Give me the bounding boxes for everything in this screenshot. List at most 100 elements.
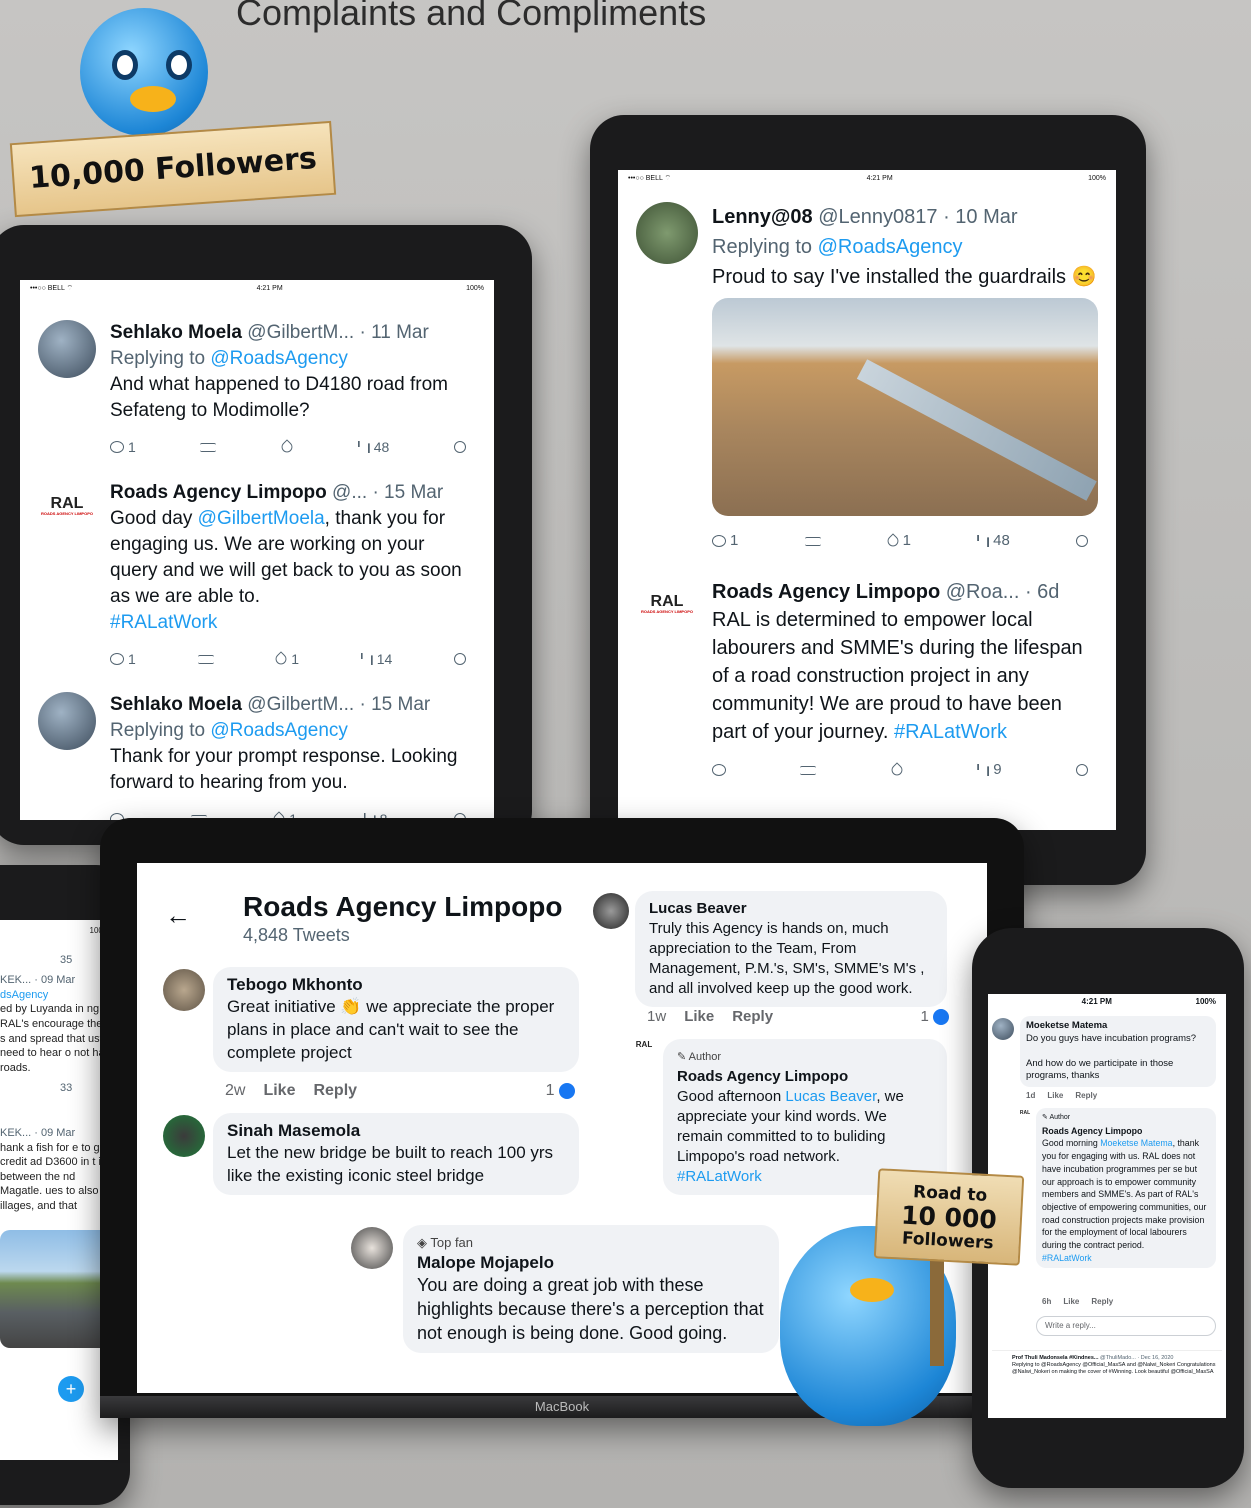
road-to-followers-sign: Road to 10 000 Followers bbox=[873, 1168, 1025, 1266]
ral-logo: RAL bbox=[1018, 1108, 1032, 1118]
ral-logo: RAL ROADS AGENCY LIMPOPO bbox=[38, 486, 96, 526]
reply-button[interactable]: 1 bbox=[712, 526, 738, 556]
reply-link[interactable]: Reply bbox=[313, 1081, 357, 1101]
like-button[interactable]: 1 bbox=[885, 526, 911, 556]
share-icon bbox=[1075, 764, 1088, 776]
followers-sign: 10,000 Followers bbox=[9, 120, 337, 218]
comment-bubble[interactable]: ◈ Top fan Malope Mojapelo You are doing … bbox=[403, 1225, 779, 1353]
phone-right-screen: 4:21 PM 100% Moeketse Matema Do you guys … bbox=[988, 994, 1226, 1418]
avatar bbox=[38, 692, 96, 750]
avatar bbox=[163, 969, 205, 1011]
avatar bbox=[636, 202, 698, 264]
comment-meta: 1w Like Reply 1 bbox=[647, 1007, 949, 1027]
views-button[interactable]: 48 bbox=[357, 434, 389, 460]
ral-logo: RAL bbox=[631, 1037, 657, 1053]
reply-button[interactable]: 1 bbox=[110, 646, 136, 672]
like-link[interactable]: Like bbox=[263, 1081, 295, 1101]
views-button[interactable]: 9 bbox=[977, 756, 1002, 784]
tablet-right-screen: •••○○ BELL ⌔ 4:21 PM 100% Lenny@08 @Lenny0… bbox=[618, 170, 1116, 830]
comment-bubble[interactable]: Lucas Beaver Truly this Agency is hands … bbox=[635, 891, 947, 1007]
reply-button[interactable] bbox=[712, 764, 726, 776]
tweet-author: Roads Agency Limpopo @Roa... · 6d bbox=[712, 581, 1060, 603]
like-button[interactable] bbox=[279, 439, 295, 455]
tablet-left: •••○○ BELL ⌔ 4:21 PM 100% Sehlako Moela @G… bbox=[0, 225, 532, 845]
tweet-actions: 1 1 48 bbox=[712, 526, 1088, 556]
reply-icon bbox=[110, 653, 124, 665]
tweet-actions: 1 48 bbox=[110, 434, 466, 460]
tablet-left-screen: •••○○ BELL ⌔ 4:21 PM 100% Sehlako Moela @G… bbox=[20, 280, 494, 820]
like-reaction-icon bbox=[559, 1082, 575, 1099]
share-button[interactable] bbox=[454, 441, 466, 453]
comment-meta: 6h Like Reply bbox=[1042, 1297, 1114, 1306]
reply-icon bbox=[110, 441, 124, 453]
comment-meta: 1d Like Reply bbox=[1026, 1091, 1098, 1100]
share-button[interactable] bbox=[453, 653, 466, 665]
tweet-text: RAL is determined to empower local labou… bbox=[712, 609, 1083, 743]
bird-beak-icon bbox=[850, 1278, 894, 1302]
ral-logo: RAL ROADS AGENCY LIMPOPO bbox=[636, 584, 698, 624]
share-button[interactable] bbox=[1075, 764, 1088, 776]
heart-icon bbox=[279, 439, 295, 455]
bird-beak-icon bbox=[130, 86, 176, 112]
retweet-button[interactable] bbox=[804, 536, 821, 546]
page-name: Roads Agency Limpopo bbox=[243, 891, 563, 922]
reply-input[interactable]: Write a reply... bbox=[1036, 1316, 1216, 1336]
tweet-text: Thank for your prompt response. Looking … bbox=[110, 746, 458, 793]
tweet-photo[interactable] bbox=[712, 298, 1098, 516]
avatar bbox=[992, 1018, 1014, 1040]
avatar bbox=[38, 320, 96, 378]
tweet[interactable]: RAL ROADS AGENCY LIMPOPO Roads Agency Lim… bbox=[20, 460, 494, 672]
like-button[interactable] bbox=[889, 762, 905, 778]
views-button[interactable]: 14 bbox=[360, 646, 392, 672]
comment-bubble[interactable]: ✎ Author Roads Agency Limpopo Good morni… bbox=[1036, 1108, 1216, 1269]
tweet[interactable]: Sehlako Moela @GilbertM... · 11 Mar Repl… bbox=[20, 296, 494, 460]
tweet-text: Proud to say I've installed the guardrai… bbox=[712, 266, 1097, 288]
avatar bbox=[163, 1115, 205, 1157]
avatar bbox=[593, 893, 629, 929]
tweet[interactable]: RAL ROADS AGENCY LIMPOPO Roads Agency Lim… bbox=[618, 556, 1116, 784]
tweet-count: 4,848 Tweets bbox=[243, 925, 350, 945]
retweet-button[interactable] bbox=[800, 765, 817, 775]
reply-icon bbox=[712, 764, 726, 776]
tweet-actions: 9 bbox=[712, 756, 1088, 784]
tweet-author: Sehlako Moela @GilbertM... · 11 Mar bbox=[110, 322, 429, 343]
tweet-author: Roads Agency Limpopo @... · 15 Mar bbox=[110, 482, 444, 503]
heart-icon bbox=[889, 762, 905, 778]
retweet-icon bbox=[800, 765, 817, 775]
comment-bubble[interactable]: Sinah Masemola Let the new bridge be bui… bbox=[213, 1113, 579, 1195]
bird-eye-icon bbox=[112, 50, 138, 80]
heart-icon bbox=[273, 651, 289, 667]
comment-meta: 2w Like Reply 1 bbox=[225, 1081, 575, 1101]
retweet-icon bbox=[804, 536, 821, 546]
back-arrow-icon[interactable]: ← bbox=[165, 902, 191, 928]
like-reaction-icon bbox=[933, 1009, 949, 1026]
tweet-author: Lenny@08 @Lenny0817 · 10 Mar bbox=[712, 206, 1018, 228]
views-button[interactable]: 48 bbox=[977, 526, 1010, 556]
tweet-actions: 1 1 14 bbox=[110, 646, 466, 672]
retweet-button[interactable] bbox=[197, 654, 214, 664]
tweet-text: And what happened to D4180 road from Sef… bbox=[110, 374, 449, 421]
footer-tweet: Prof Thuli Madonsela #Kindnes... @ThuliM… bbox=[992, 1350, 1222, 1376]
views-icon bbox=[977, 535, 990, 547]
reply-icon bbox=[712, 535, 726, 547]
reply-link[interactable]: Reply bbox=[732, 1007, 773, 1027]
retweet-button[interactable] bbox=[200, 442, 217, 452]
share-icon bbox=[454, 441, 466, 453]
share-button[interactable] bbox=[1076, 535, 1088, 547]
tablet-right: •••○○ BELL ⌔ 4:21 PM 100% Lenny@08 @Lenny0… bbox=[590, 115, 1146, 885]
comment-bubble[interactable]: Tebogo Mkhonto Great initiative 👏 we app… bbox=[213, 967, 579, 1072]
views-icon bbox=[360, 653, 373, 665]
heart-icon bbox=[885, 533, 901, 549]
reply-button[interactable]: 1 bbox=[110, 434, 136, 460]
comment-bubble[interactable]: Moeketse Matema Do you guys have incubat… bbox=[1020, 1016, 1216, 1087]
like-link[interactable]: Like bbox=[684, 1007, 714, 1027]
tweet[interactable]: Lenny@08 @Lenny0817 · 10 Mar Replying to… bbox=[618, 186, 1116, 556]
tweet-text: Good day @GilbertMoela, thank you for en… bbox=[110, 508, 462, 633]
avatar bbox=[351, 1227, 393, 1269]
tweet[interactable]: Sehlako Moela @GilbertM... · 15 Mar Repl… bbox=[20, 672, 494, 820]
retweet-icon bbox=[200, 442, 217, 452]
views-icon bbox=[357, 441, 370, 453]
like-button[interactable]: 1 bbox=[273, 646, 299, 672]
retweet-icon bbox=[197, 654, 214, 664]
compose-button[interactable]: + bbox=[58, 1376, 84, 1402]
